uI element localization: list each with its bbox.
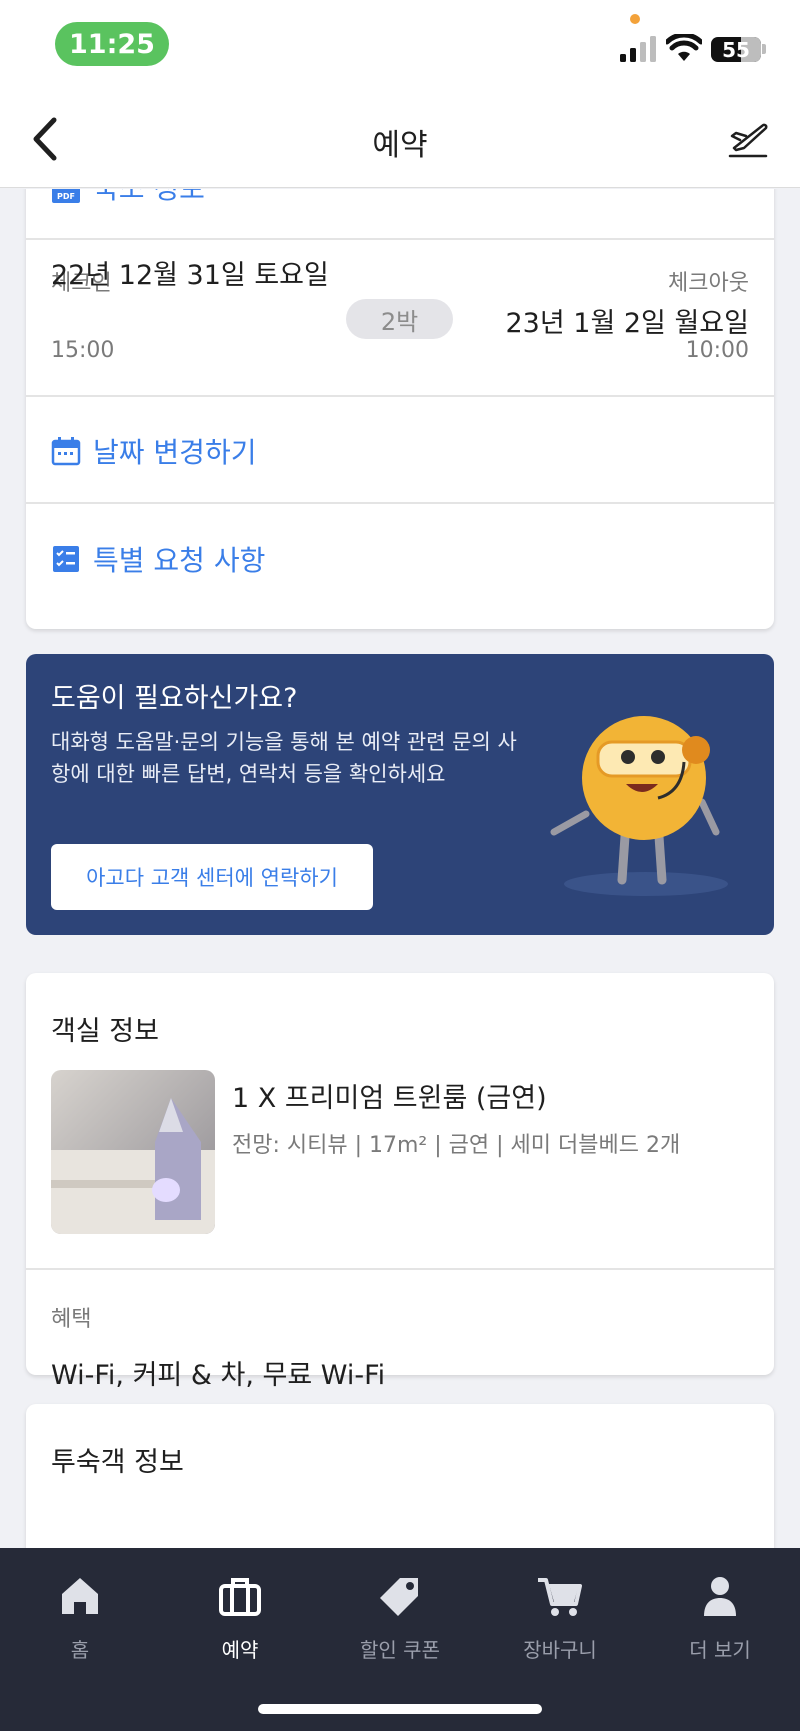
support-mascot-illustration	[550, 716, 728, 896]
wifi-icon	[666, 34, 702, 61]
checkin-time: 15:00	[51, 338, 115, 363]
room-description: 전망: 시티뷰 | 17m² | 금연 | 세미 더블베드 2개	[232, 1133, 681, 1158]
home-icon	[62, 1578, 98, 1614]
help-description: 대화형 도움말·문의 기능을 통해 본 예약 관련 문의 사항에 대한 빠른 답…	[51, 730, 517, 786]
checklist-icon	[53, 546, 79, 572]
divider	[26, 1268, 774, 1270]
change-dates-label: 날짜 변경하기	[93, 436, 257, 469]
room-photo[interactable]	[51, 1070, 215, 1234]
status-time: 11:25	[55, 22, 169, 66]
battery-tip	[762, 44, 766, 54]
person-icon	[704, 1577, 736, 1616]
airplane-icon[interactable]	[726, 118, 770, 162]
nav-bookings-label: 예약	[221, 1638, 259, 1662]
svg-text:PDF: PDF	[57, 192, 75, 201]
nav-coupons[interactable]: 할인 쿠폰	[330, 1572, 470, 1672]
help-card: 도움이 필요하신가요? 대화형 도움말·문의 기능을 통해 본 예약 관련 문의…	[26, 654, 774, 935]
change-dates-link[interactable]: 날짜 변경하기	[51, 431, 256, 471]
battery-level: 55	[722, 37, 750, 62]
nav-cart[interactable]: 장바구니	[490, 1572, 630, 1672]
guest-info-card: 투숙객 정보	[26, 1404, 774, 1548]
pdf-icon: PDF	[52, 189, 80, 203]
checkin-date: 22년 12월 31일 토요일	[51, 260, 329, 291]
special-requests-label: 특별 요청 사항	[93, 544, 266, 577]
page-title: 예약	[372, 128, 428, 163]
checkout-label: 체크아웃	[668, 271, 749, 296]
room-name: 1 X 프리미엄 트윈룸 (금연)	[232, 1083, 547, 1114]
nav-home[interactable]: 홈	[10, 1572, 150, 1672]
scroll-content[interactable]: PDF 숙소 정보 체크인 22년 12월 31일 토요일 15:00 2박 체…	[0, 189, 800, 1548]
cart-icon	[538, 1578, 582, 1616]
divider	[26, 395, 774, 397]
nights-badge: 2박	[346, 299, 453, 339]
nav-cart-label: 장바구니	[523, 1638, 597, 1662]
nav-more[interactable]: 더 보기	[650, 1572, 790, 1672]
signal-icon	[620, 36, 656, 62]
bottom-navigation: 홈 예약 할인 쿠폰 장바구니 더 보기	[0, 1548, 800, 1731]
divider	[26, 502, 774, 504]
benefit-value: Wi-Fi, 커피 & 차, 무료 Wi-Fi	[51, 1360, 386, 1391]
nav-bookings[interactable]: 예약	[170, 1572, 310, 1672]
contact-support-button[interactable]: 아고다 고객 센터에 연락하기	[51, 844, 373, 910]
top-app-bar: 예약	[0, 90, 800, 188]
home-indicator[interactable]	[258, 1704, 542, 1714]
mic-indicator-dot	[630, 14, 640, 24]
tag-icon	[380, 1578, 418, 1616]
calendar-icon	[51, 437, 81, 466]
room-info-card: 객실 정보 1 X 프리미엄 트윈룸 (금연) 전망: 시티뷰 | 17m² |…	[26, 973, 774, 1391]
booking-details-card: PDF 숙소 정보 체크인 22년 12월 31일 토요일 15:00 2박 체…	[26, 189, 774, 629]
suitcase-icon	[219, 1578, 261, 1616]
guest-info-title: 투숙객 정보	[51, 1447, 184, 1478]
property-info-link[interactable]: PDF 숙소 정보	[51, 189, 205, 207]
room-info-title: 객실 정보	[51, 1016, 159, 1047]
battery-icon: 55	[711, 37, 761, 62]
checkout-date: 23년 1월 2일 월요일	[505, 308, 749, 339]
special-requests-link[interactable]: 특별 요청 사항	[51, 539, 265, 579]
divider	[26, 238, 774, 240]
nav-home-label: 홈	[70, 1638, 90, 1662]
help-title: 도움이 필요하신가요?	[51, 683, 298, 714]
checkout-time: 10:00	[685, 338, 749, 363]
nav-coupons-label: 할인 쿠폰	[360, 1638, 440, 1662]
room-photo-image	[51, 1070, 215, 1234]
benefit-label: 혜택	[51, 1307, 92, 1332]
property-info-label: 숙소 정보	[93, 189, 205, 207]
status-bar: 11:25 55	[0, 0, 800, 90]
nav-more-label: 더 보기	[689, 1638, 751, 1662]
